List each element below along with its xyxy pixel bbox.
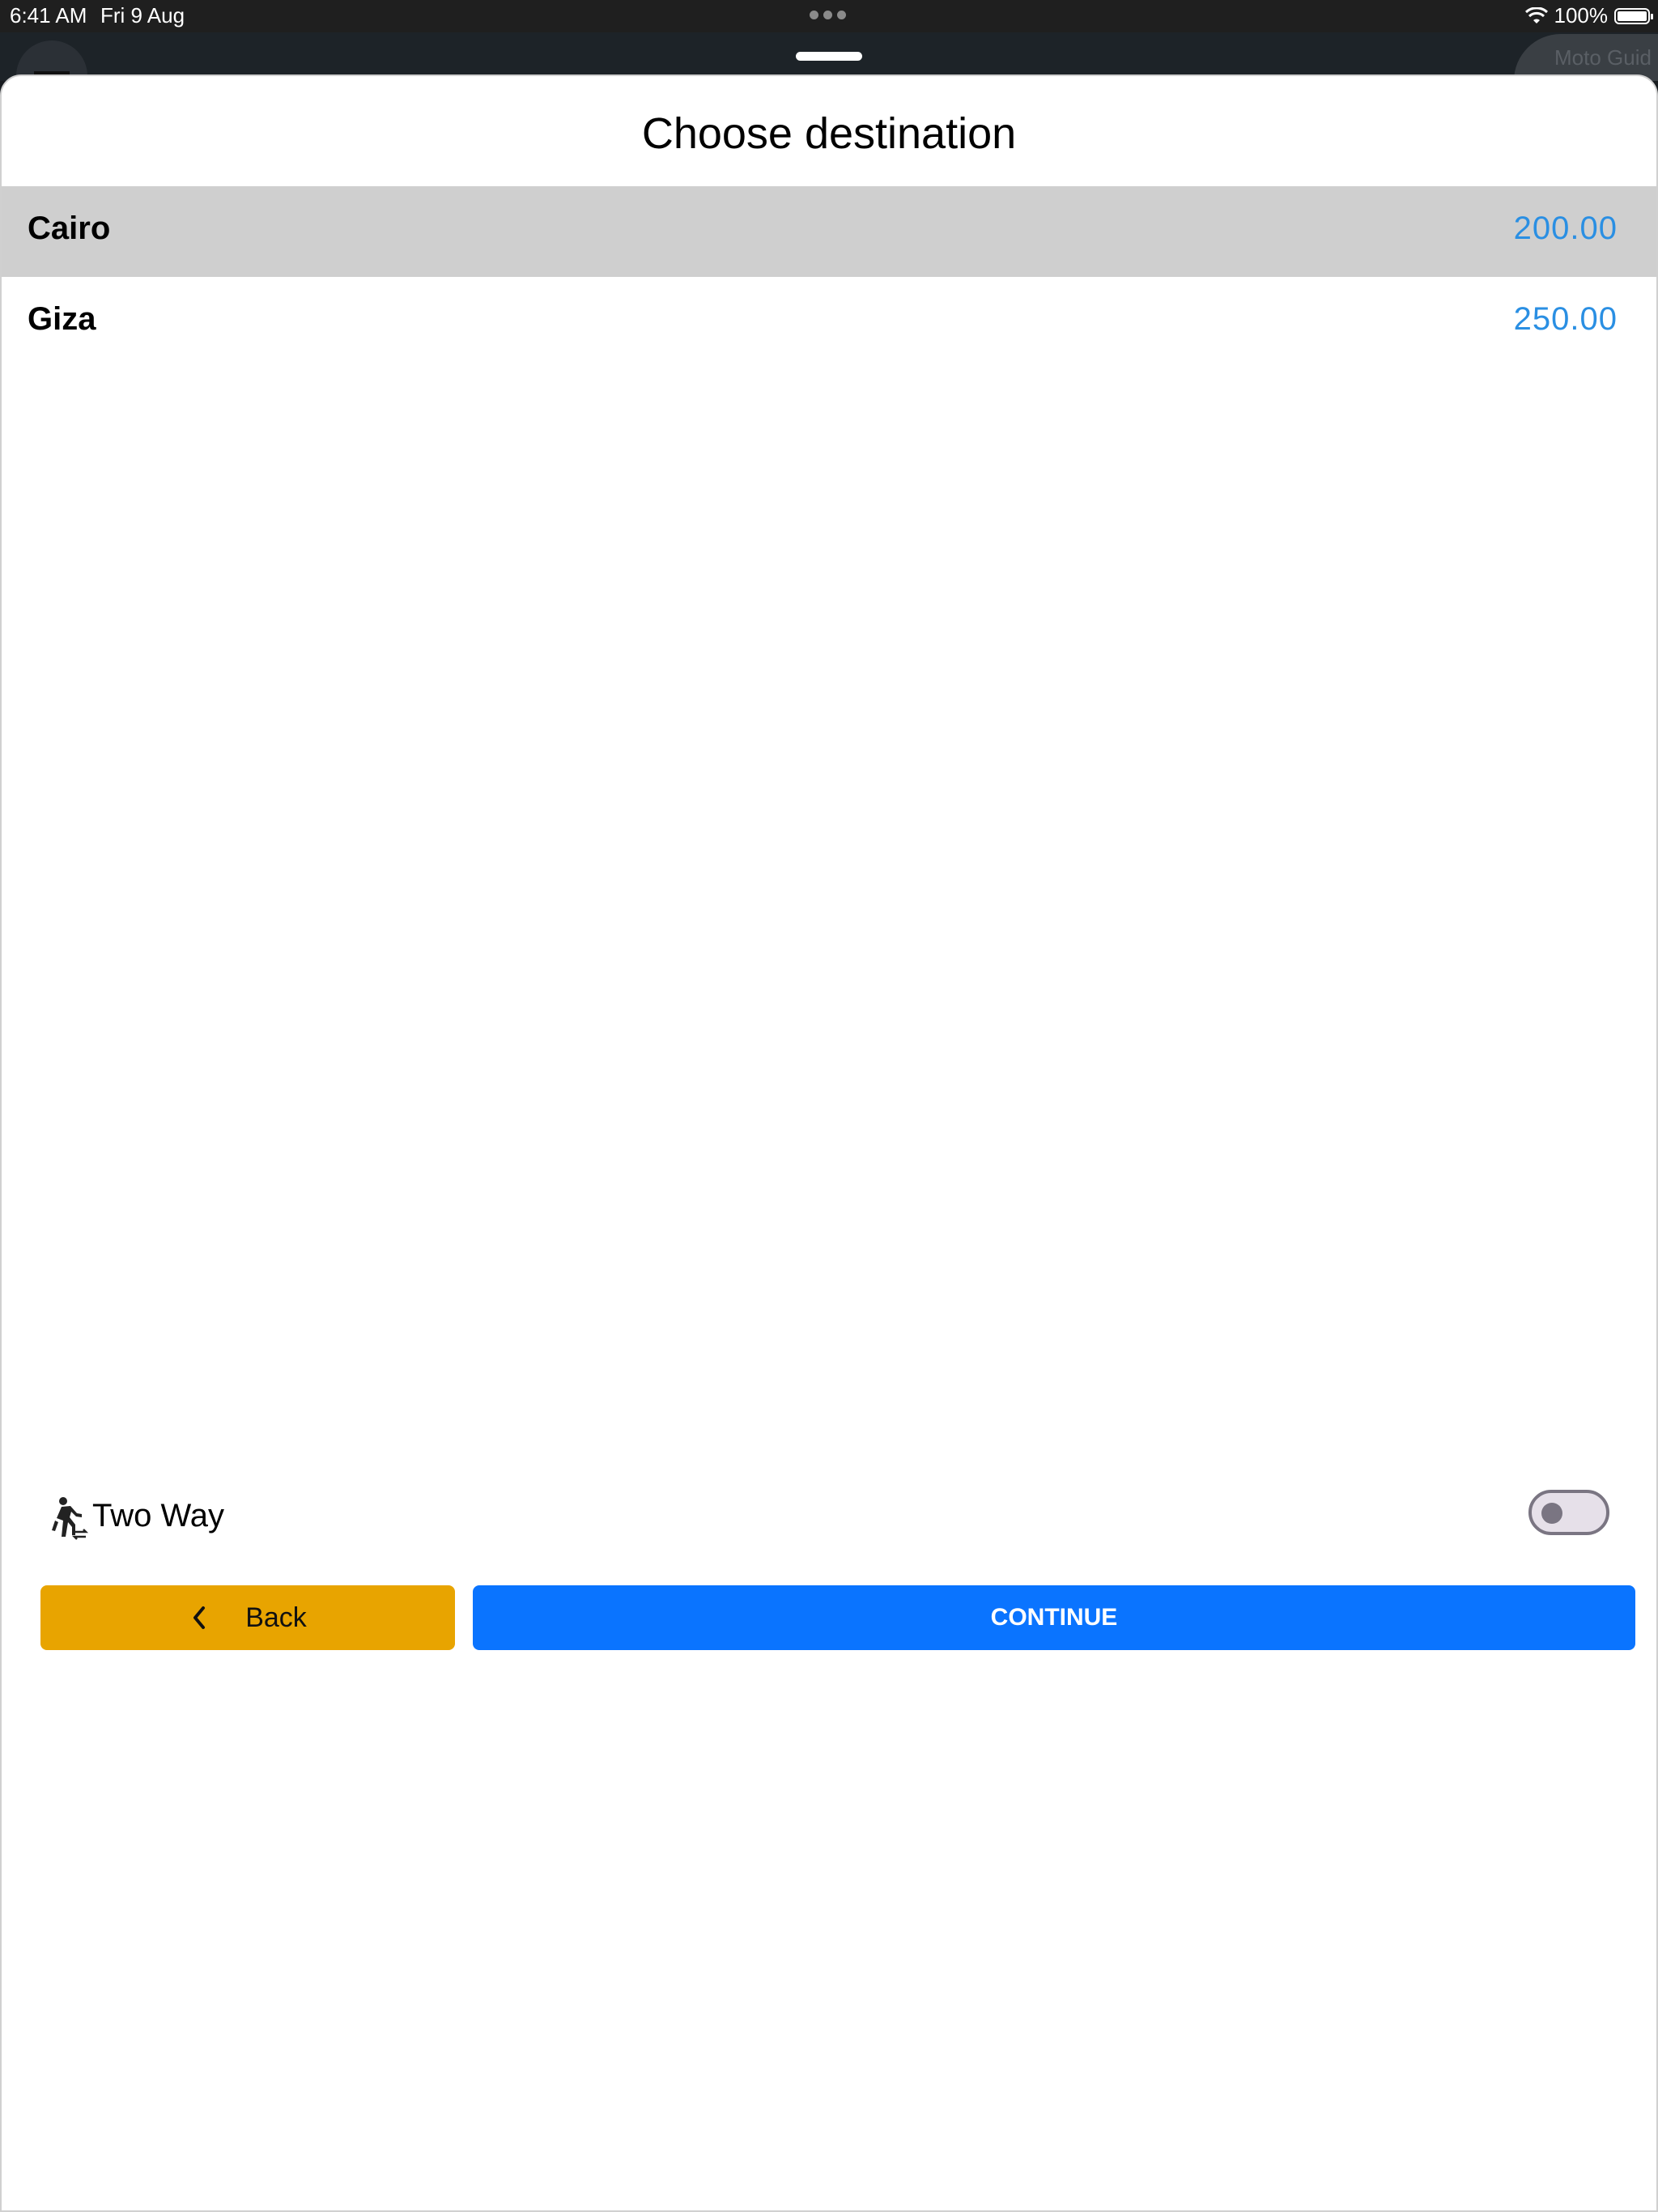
continue-button[interactable]: CONTINUE — [473, 1585, 1635, 1650]
battery-percent: 100% — [1554, 3, 1609, 28]
chevron-left-icon — [193, 1606, 206, 1629]
list-item-giza[interactable]: Giza 250.00 — [2, 277, 1656, 368]
destination-name: Cairo — [28, 211, 111, 246]
two-way-label: Two Way — [92, 1498, 224, 1534]
sheet-grabber[interactable] — [796, 52, 862, 61]
wifi-icon — [1524, 6, 1548, 23]
status-bar: 6:41 AM Fri 9 Aug 100% — [0, 0, 1658, 32]
two-way-toggle[interactable] — [1528, 1490, 1609, 1535]
continue-button-label: CONTINUE — [990, 1604, 1118, 1631]
destination-name: Giza — [28, 301, 96, 337]
status-date: Fri 9 Aug — [100, 3, 185, 28]
two-way-row: Two Way — [47, 1482, 1609, 1546]
status-time: 6:41 AM — [10, 3, 87, 28]
destination-sheet: Choose destination Cairo 200.00 Giza 250… — [0, 74, 1658, 2212]
sheet-title: Choose destination — [641, 109, 1017, 158]
status-indicators: 100% — [1524, 3, 1653, 28]
toggle-knob — [1541, 1503, 1562, 1524]
list-item-cairo[interactable]: Cairo 200.00 — [2, 186, 1656, 277]
back-button-label: Back — [245, 1602, 307, 1633]
destination-list: Cairo 200.00 Giza 250.00 — [2, 186, 1656, 368]
battery-icon — [1614, 7, 1653, 24]
walk-two-way-icon — [52, 1497, 89, 1540]
map-place-label: Moto Guid — [1554, 45, 1652, 70]
multitasking-dots-icon[interactable] — [810, 11, 846, 19]
destination-price: 250.00 — [1513, 301, 1618, 337]
destination-price: 200.00 — [1513, 211, 1618, 246]
back-button[interactable]: Back — [40, 1585, 455, 1650]
